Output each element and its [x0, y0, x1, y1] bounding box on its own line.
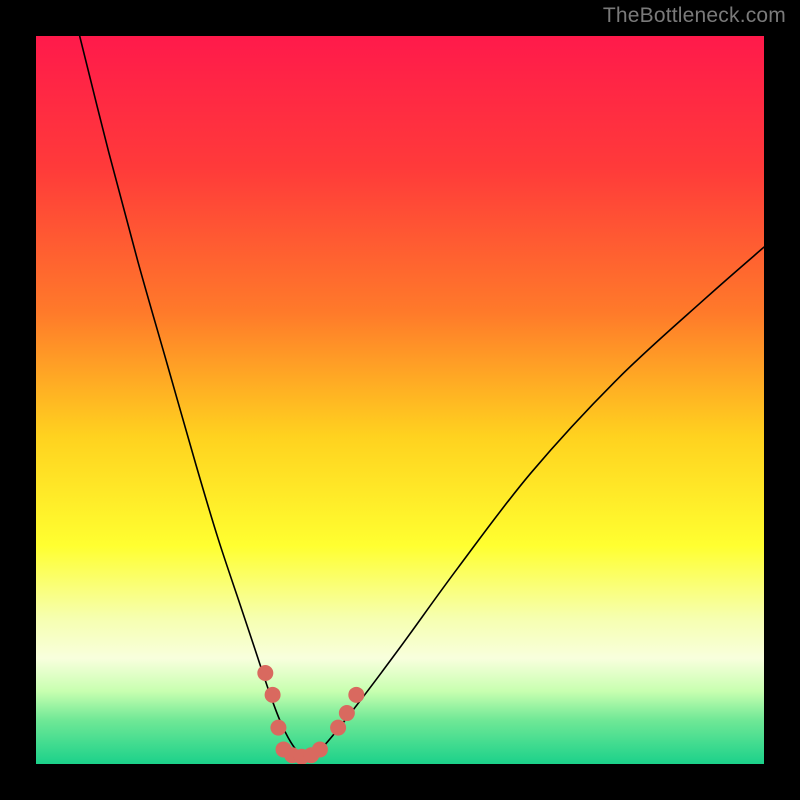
data-marker — [330, 720, 346, 736]
data-marker — [265, 687, 281, 703]
watermark-text: TheBottleneck.com — [603, 4, 786, 28]
bottleneck-chart — [36, 36, 764, 764]
chart-root: TheBottleneck.com — [0, 0, 800, 800]
plot-area — [36, 36, 764, 764]
data-marker — [339, 705, 355, 721]
data-marker — [257, 665, 273, 681]
gradient-background — [36, 36, 764, 764]
data-marker — [270, 720, 286, 736]
data-marker — [348, 687, 364, 703]
data-marker — [312, 741, 328, 757]
